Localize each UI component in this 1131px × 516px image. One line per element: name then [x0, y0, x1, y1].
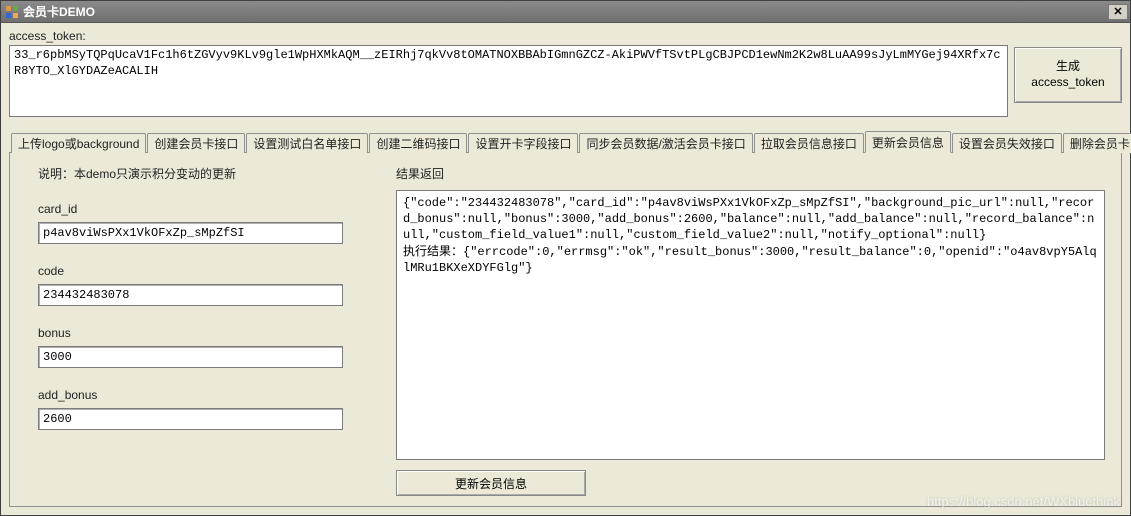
tab-8[interactable]: 设置会员失效接口 — [952, 133, 1062, 153]
code-input[interactable] — [38, 284, 343, 306]
tab-3[interactable]: 创建二维码接口 — [369, 133, 467, 153]
tab-label: 上传logo或background — [18, 135, 139, 152]
tab-panel-update-member: 说明：本demo只演示积分变动的更新 card_id code bonus ad… — [9, 153, 1122, 507]
access-token-input[interactable] — [9, 45, 1008, 117]
token-row: access_token: 生成 access_token — [9, 29, 1122, 117]
titlebar: 会员卡DEMO ✕ — [1, 1, 1130, 23]
tab-label: 删除会员卡 — [1070, 135, 1130, 152]
client-area: access_token: 生成 access_token 上传logo或bac… — [1, 23, 1130, 515]
tab-label: 更新会员信息 — [872, 134, 944, 151]
tab-label: 创建会员卡接口 — [154, 135, 238, 152]
tab-6[interactable]: 拉取会员信息接口 — [754, 133, 864, 153]
form-column: 说明：本demo只演示积分变动的更新 card_id code bonus ad… — [38, 165, 368, 496]
result-label: 结果返回 — [396, 165, 1105, 182]
generate-token-label: 生成 access_token — [1031, 59, 1104, 90]
tab-label: 设置开卡字段接口 — [475, 135, 571, 152]
window-title: 会员卡DEMO — [23, 3, 1108, 20]
close-button[interactable]: ✕ — [1108, 4, 1128, 20]
tab-2[interactable]: 设置测试白名单接口 — [246, 133, 368, 153]
tab-label: 同步会员数据/激活会员卡接口 — [586, 135, 745, 152]
add-bonus-input[interactable] — [38, 408, 343, 430]
tab-0[interactable]: 上传logo或background — [11, 133, 146, 153]
tab-label: 设置测试白名单接口 — [253, 135, 361, 152]
tab-1[interactable]: 创建会员卡接口 — [147, 133, 245, 153]
access-token-label: access_token: — [9, 29, 1008, 43]
tab-7[interactable]: 更新会员信息 — [865, 131, 951, 153]
update-member-button[interactable]: 更新会员信息 — [396, 470, 586, 496]
close-icon: ✕ — [1113, 5, 1122, 18]
form-note: 说明：本demo只演示积分变动的更新 — [38, 165, 368, 182]
tab-label: 拉取会员信息接口 — [761, 135, 857, 152]
result-column: 结果返回 更新会员信息 — [396, 165, 1105, 496]
tabstrip: 上传logo或background 创建会员卡接口设置测试白名单接口创建二维码接口… — [9, 131, 1122, 153]
bonus-label: bonus — [38, 326, 368, 340]
result-output[interactable] — [396, 190, 1105, 460]
update-member-label: 更新会员信息 — [455, 477, 527, 491]
tab-label: 设置会员失效接口 — [959, 135, 1055, 152]
tab-4[interactable]: 设置开卡字段接口 — [468, 133, 578, 153]
card-id-label: card_id — [38, 202, 368, 216]
generate-token-button[interactable]: 生成 access_token — [1014, 47, 1122, 103]
tab-label: 创建二维码接口 — [376, 135, 460, 152]
tab-5[interactable]: 同步会员数据/激活会员卡接口 — [579, 133, 752, 153]
add-bonus-label: add_bonus — [38, 388, 368, 402]
code-label: code — [38, 264, 368, 278]
app-window: 会员卡DEMO ✕ access_token: 生成 access_token … — [0, 0, 1131, 516]
tab-9[interactable]: 删除会员卡 — [1063, 133, 1131, 153]
app-icon — [5, 5, 19, 19]
token-column: access_token: — [9, 29, 1008, 117]
card-id-input[interactable] — [38, 222, 343, 244]
bonus-input[interactable] — [38, 346, 343, 368]
